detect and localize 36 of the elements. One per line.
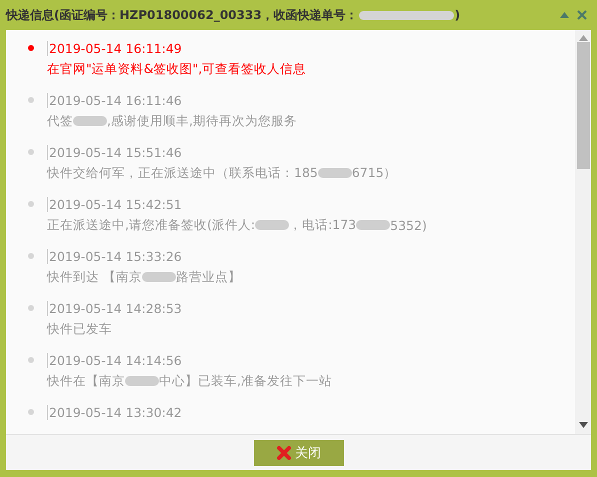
event-description: 快件在【南京: [47, 372, 125, 390]
redaction-mark: [318, 168, 352, 178]
event-time: 2019-05-14 16:11:46: [47, 92, 182, 108]
scroll-thumb[interactable]: [576, 42, 590, 169]
window-title: ): [454, 8, 460, 22]
event-time: 2019-05-14 14:14:56: [47, 352, 182, 368]
scrollbar[interactable]: [575, 30, 591, 434]
event-description: 快件交给何军，正在派送途中（联系电话：185: [47, 164, 318, 182]
event-description: ，电话:173: [289, 216, 356, 234]
event-description: 路营业点】: [176, 268, 241, 286]
event-time: 2019-05-14 13:30:42: [47, 404, 182, 420]
event-description: 在官网"运单资料&签收图",可查看签收人信息: [47, 60, 306, 78]
event-time: 2019-05-14 16:11:49: [47, 40, 182, 56]
redaction-mark: [255, 220, 290, 230]
close-icon[interactable]: [577, 10, 587, 20]
redaction-mark: [73, 116, 107, 126]
event-description: 5352): [390, 218, 427, 232]
event-description: 快件到达 【南京: [47, 268, 142, 286]
event-time: 2019-05-14 15:51:46: [47, 144, 182, 160]
collapse-icon[interactable]: [560, 12, 569, 18]
redaction-mark: [125, 376, 159, 386]
window-title: 快递信息(函证编号：HZP01800062_00333，收函快递单号：: [6, 6, 358, 24]
event-description: 快件已发车: [47, 320, 112, 338]
event-time: 2019-05-14 14:28:53: [47, 300, 182, 316]
event-description: 正在派送途中,请您准备签收(派件人:: [47, 216, 256, 234]
scroll-down-icon[interactable]: [578, 422, 588, 428]
event-time: 2019-05-14 15:42:51: [47, 196, 182, 212]
redaction-mark: [356, 220, 390, 230]
event-description: 代签: [47, 112, 73, 130]
event-description: 6715）: [352, 164, 397, 182]
event-description: ,感谢使用顺丰,期待再次为您服务: [107, 112, 297, 130]
close-button[interactable]: 关闭: [254, 440, 344, 466]
redaction-mark: [142, 272, 176, 282]
event-description: 中心】已装车,准备发往下一站: [159, 372, 332, 390]
event-time: 2019-05-14 15:33:26: [47, 248, 182, 264]
cross-icon: [276, 444, 292, 460]
